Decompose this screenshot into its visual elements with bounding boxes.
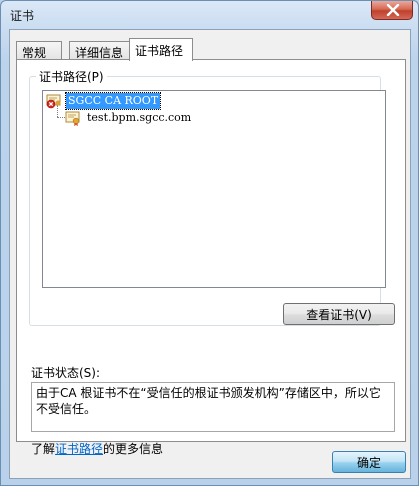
tree-item-label: test.bpm.sgcc.com [87,111,192,124]
dialog-client: 常规 详细信息 证书路径 证书路径(P) SGCC CA ROOT test.b… [9,29,411,479]
tree-connector [57,117,65,118]
certificate-dialog: 证书 常规 详细信息 证书路径 证书路径(P) SGCC CA ROOT tes… [0,0,419,486]
cert-path-link[interactable]: 证书路径 [55,442,103,456]
cert-path-group: 证书路径(P) SGCC CA ROOT test.bpm.sgcc.com 查… [29,68,395,326]
close-button[interactable] [371,1,413,20]
cert-error-icon [46,94,61,109]
window-title: 证书 [10,9,35,23]
learn-more-prefix: 了解 [31,442,56,456]
tab-general[interactable]: 常规 [16,41,62,60]
tab-panel-certification-path: 证书路径(P) SGCC CA ROOT test.bpm.sgcc.com 查… [16,59,406,456]
cert-path-label: 证书路径(P) [36,68,107,85]
tree-item-label: SGCC CA ROOT [64,92,162,110]
tab-label: 常规 [22,46,47,60]
view-certificate-button[interactable]: 查看证书(V) [283,303,395,325]
ok-button[interactable]: 确定 [332,451,406,473]
tab-label: 详细信息 [75,46,124,60]
learn-more-text: 了解证书路径的更多信息 [31,440,163,457]
cert-status-label: 证书状态(S): [31,366,101,380]
cert-icon [65,111,80,126]
cert-path-tree[interactable]: SGCC CA ROOT test.bpm.sgcc.com [42,90,386,288]
tab-certification-path[interactable]: 证书路径 [129,38,193,61]
learn-more-suffix: 的更多信息 [103,442,164,456]
title-bar[interactable]: 证书 [1,1,418,27]
close-icon [386,4,400,16]
tab-label: 证书路径 [135,44,184,58]
cert-status-text[interactable]: 由于CA 根证书不在“受信任的根证书颁发机构”存储区中，所以它不受信任。 [31,382,395,432]
tab-details[interactable]: 详细信息 [69,41,131,60]
